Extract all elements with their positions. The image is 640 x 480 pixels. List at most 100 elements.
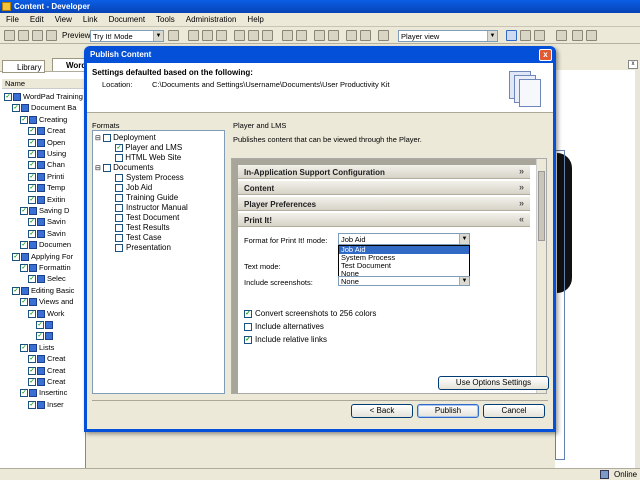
tree-row[interactable]: ✓ Creating <box>20 115 67 126</box>
tree-check-icon[interactable]: ✓ <box>28 309 36 318</box>
menu-document[interactable]: Document <box>103 13 150 24</box>
tree-check-icon[interactable]: ✓ <box>20 241 28 250</box>
redo-icon[interactable] <box>296 30 307 41</box>
tree-check-icon[interactable]: ✓ <box>28 184 36 193</box>
format-document-item[interactable]: Job Aid <box>115 183 152 192</box>
tree-check-icon[interactable]: ✓ <box>12 286 20 295</box>
alternatives-checkbox[interactable] <box>244 322 252 331</box>
section-content[interactable]: Content » <box>238 181 530 195</box>
open-icon[interactable] <box>4 30 15 41</box>
tree-check-icon[interactable]: ✓ <box>28 229 36 238</box>
format-html-web[interactable]: HTML Web Site <box>115 153 181 162</box>
format-document-item[interactable]: Presentation <box>115 243 171 252</box>
tree-check-icon[interactable]: ✓ <box>20 343 28 352</box>
paste-icon[interactable] <box>216 30 227 41</box>
convert-256-colors-option[interactable]: ✓ Convert screenshots to 256 colors <box>244 309 376 318</box>
section-player-preferences[interactable]: Player Preferences » <box>238 197 530 211</box>
publish-button[interactable]: Publish <box>417 404 479 418</box>
format-document-item[interactable]: Test Results <box>115 223 170 232</box>
tree-check-icon[interactable]: ✓ <box>20 264 28 273</box>
tree-row[interactable]: ✓ Creat <box>28 377 65 388</box>
tree-row[interactable]: ✓ Savin <box>28 217 66 228</box>
tree-row[interactable]: ✓ Inser <box>28 400 64 411</box>
link-icon[interactable] <box>378 30 389 41</box>
tree-row[interactable]: ✓ Selec <box>28 274 66 285</box>
layout-3-icon[interactable] <box>534 30 545 41</box>
tree-check-icon[interactable]: ✓ <box>20 115 28 124</box>
copy-icon[interactable] <box>202 30 213 41</box>
menu-edit[interactable]: Edit <box>24 13 49 24</box>
tree-row[interactable]: ✓ <box>36 331 55 342</box>
tree-row[interactable]: ✓ Savin <box>28 229 66 240</box>
tree-row[interactable]: ✓ Creat <box>28 126 65 137</box>
tree-row[interactable]: ✓ Applying For <box>12 252 73 263</box>
format-document-checkbox[interactable] <box>115 223 123 232</box>
format-document-checkbox[interactable] <box>115 183 123 192</box>
tree-check-icon[interactable]: ✓ <box>28 161 36 170</box>
tree-check-icon[interactable]: ✓ <box>12 252 20 261</box>
cancel-button[interactable]: Cancel <box>483 404 545 418</box>
html-web-checkbox[interactable] <box>115 153 123 162</box>
tree-check-icon[interactable]: ✓ <box>28 195 36 204</box>
tree-row[interactable]: ✓ WordPad Training <box>4 92 83 103</box>
tree-row[interactable]: ✓ Creat <box>28 354 65 365</box>
tree-check-icon[interactable]: ✓ <box>28 366 36 375</box>
tree-check-icon[interactable]: ✓ <box>28 218 36 227</box>
include-relative-links-option[interactable]: ✓ Include relative links <box>244 335 327 344</box>
menu-link[interactable]: Link <box>77 13 103 24</box>
save-icon[interactable] <box>18 30 29 41</box>
tree-row[interactable]: ✓ Exitin <box>28 195 65 206</box>
indent-icon[interactable] <box>346 30 357 41</box>
find-icon[interactable] <box>262 30 273 41</box>
tree-check-icon[interactable]: ✓ <box>28 378 36 387</box>
delete-icon[interactable] <box>234 30 245 41</box>
scroll-thumb[interactable] <box>538 171 545 241</box>
tree-check-icon[interactable]: ✓ <box>36 321 44 330</box>
window-icon[interactable] <box>556 30 567 41</box>
tree-check-icon[interactable]: ✓ <box>28 127 36 136</box>
tree-check-icon[interactable]: ✓ <box>28 138 36 147</box>
back-button[interactable]: < Back <box>351 404 413 418</box>
format-document-checkbox[interactable] <box>115 213 123 222</box>
remove-icon[interactable] <box>328 30 339 41</box>
grid-icon[interactable] <box>586 30 597 41</box>
section-inapp-support[interactable]: In-Application Support Configuration » <box>238 165 530 179</box>
menu-help[interactable]: Help <box>241 13 268 24</box>
tree-check-icon[interactable]: ✓ <box>28 355 36 364</box>
format-mode-dropdown[interactable]: Job Aid System Process Test Document Non… <box>338 245 470 279</box>
format-player-lms[interactable]: ✓ Player and LMS <box>115 143 182 152</box>
format-document-checkbox[interactable] <box>115 203 123 212</box>
tree-check-icon[interactable]: ✓ <box>4 93 12 102</box>
insert-icon[interactable] <box>314 30 325 41</box>
settings-scrollbar[interactable] <box>536 159 546 393</box>
format-document-item[interactable]: Training Guide <box>115 193 178 202</box>
publish-icon[interactable] <box>46 30 57 41</box>
format-document-item[interactable]: Test Document <box>115 213 179 222</box>
format-document-item[interactable]: Instructor Manual <box>115 203 188 212</box>
format-deployment[interactable]: ⊟ Deployment <box>95 133 156 142</box>
close-button[interactable]: x <box>539 49 552 61</box>
properties-icon[interactable] <box>248 30 259 41</box>
tree-row[interactable]: ✓ Temp <box>28 183 65 194</box>
tree-row[interactable]: ✓ Views and <box>20 297 73 308</box>
format-document-item[interactable]: Test Case <box>115 233 162 242</box>
undo-icon[interactable] <box>282 30 293 41</box>
tree-check-icon[interactable]: ✓ <box>20 389 28 398</box>
format-document-checkbox[interactable] <box>115 193 123 202</box>
tree-check-icon[interactable]: ✓ <box>28 400 36 409</box>
print-icon[interactable] <box>32 30 43 41</box>
tree-check-icon[interactable]: ✓ <box>36 332 44 341</box>
menu-file[interactable]: File <box>0 13 24 24</box>
tree-check-icon[interactable]: ✓ <box>28 275 36 284</box>
tree-check-icon[interactable]: ✓ <box>20 207 28 216</box>
tree-check-icon[interactable]: ✓ <box>12 104 20 113</box>
tree-row[interactable]: ✓ Using <box>28 149 66 160</box>
format-mode-select[interactable]: Job Aid ▼ <box>338 233 470 245</box>
tree-row[interactable]: ✓ Creat <box>28 366 65 377</box>
tab-word[interactable]: Word <box>52 58 86 71</box>
menu-tools[interactable]: Tools <box>150 13 180 24</box>
outline-icon[interactable] <box>572 30 583 41</box>
outdent-icon[interactable] <box>360 30 371 41</box>
relative-links-checkbox[interactable]: ✓ <box>244 335 252 344</box>
tree-row[interactable]: ✓ Documen <box>20 240 71 251</box>
